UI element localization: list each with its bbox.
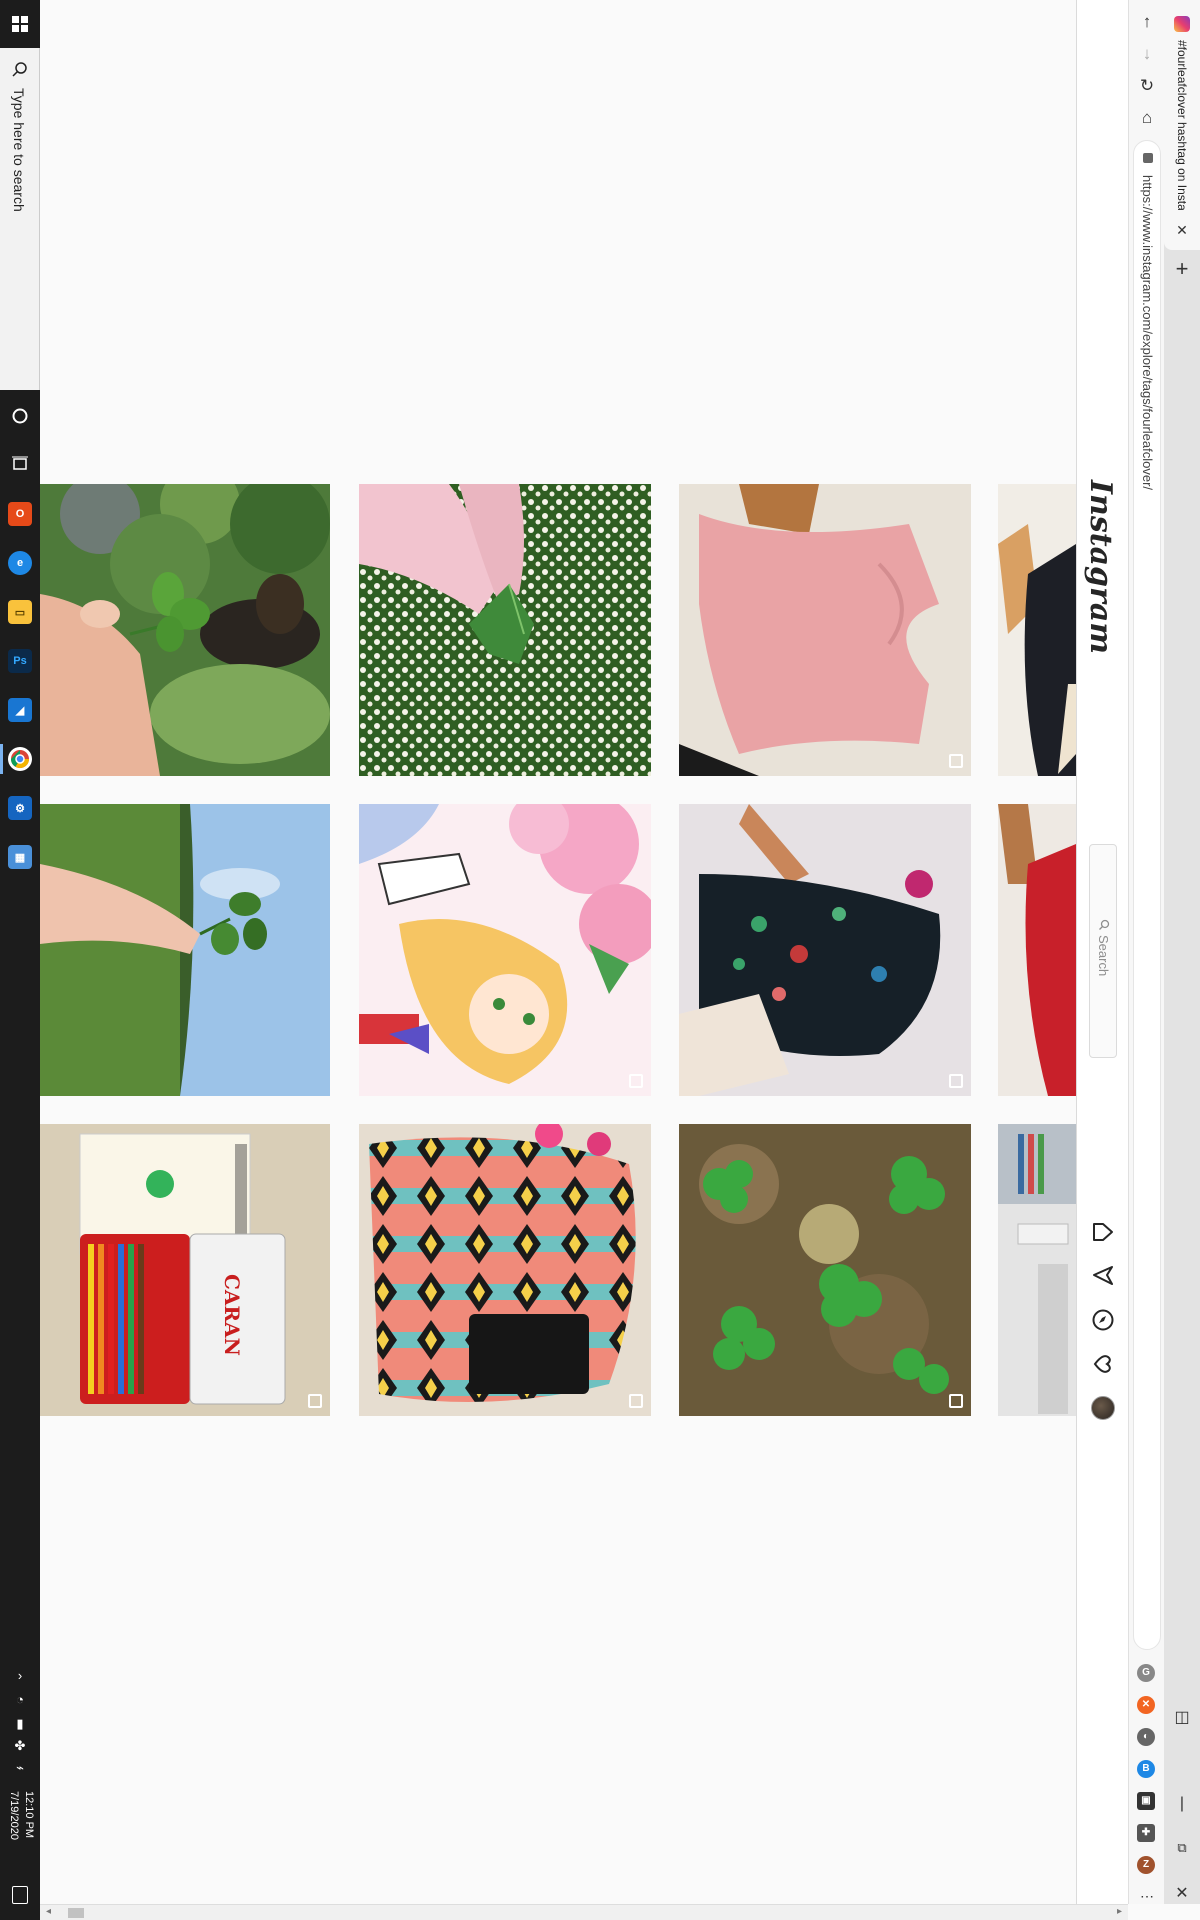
- reload-button[interactable]: ↻: [1135, 74, 1159, 98]
- instagram-navbar: Instagram Search: [1076, 0, 1128, 1904]
- tab-title: #fourleafclover hashtag on Insta: [1175, 40, 1189, 210]
- multiple-photos-icon: [949, 1074, 963, 1088]
- cortana-icon[interactable]: [8, 404, 32, 428]
- multiple-photos-icon: [629, 1394, 643, 1408]
- forward-button[interactable]: ↓: [1135, 42, 1159, 66]
- activity-heart-icon[interactable]: [1091, 1352, 1115, 1376]
- close-window-button[interactable]: ✕: [1170, 1882, 1194, 1906]
- search-icon: [1099, 919, 1110, 930]
- clock-date: 7/19/2020: [8, 1790, 20, 1840]
- post-anime-girl[interactable]: [359, 804, 651, 1096]
- back-button[interactable]: ↑: [1135, 10, 1159, 34]
- extension-circle-icon[interactable]: ◐: [1137, 1728, 1155, 1746]
- new-tab-button[interactable]: +: [1172, 256, 1192, 282]
- post-desk[interactable]: [998, 1124, 1076, 1416]
- explore-tag-grid: CARAN: [40, 0, 1076, 1904]
- extension-g-icon[interactable]: G: [1137, 1664, 1155, 1682]
- extension-dark-icon[interactable]: ▣: [1137, 1792, 1155, 1810]
- clock-time: 12:10 PM: [23, 1791, 35, 1839]
- home-button[interactable]: ⌂: [1135, 106, 1159, 130]
- browser-toolbar: ↑ ↓ ↻ ⌂ https://www.instagram.com/explor…: [1128, 0, 1164, 1904]
- multiple-photos-icon: [629, 1074, 643, 1088]
- task-view-icon[interactable]: [8, 452, 32, 476]
- restore-button[interactable]: ⧉: [1170, 1836, 1194, 1860]
- taskbar-search-box[interactable]: Type here to search: [0, 48, 40, 390]
- scrollbar-thumb[interactable]: [68, 1908, 84, 1918]
- url-text: https://www.instagram.com/explore/tags/f…: [1140, 175, 1155, 491]
- more-menu-icon[interactable]: ⋯: [1135, 1884, 1159, 1908]
- sidebar-toggle-icon[interactable]: ◫: [1170, 1706, 1194, 1730]
- extension-b-icon[interactable]: B: [1137, 1760, 1155, 1778]
- avatar[interactable]: [1091, 1396, 1115, 1420]
- post-red-dress[interactable]: [998, 804, 1076, 1096]
- browser-tabstrip: #fourleafclover hashtag on Insta ✕ + ◫ |…: [1164, 0, 1200, 1904]
- action-center-icon[interactable]: [12, 1886, 28, 1904]
- search-icon: [12, 62, 27, 77]
- post-pattern-dress[interactable]: [359, 1124, 651, 1416]
- volume-icon[interactable]: ◔: [10, 1692, 30, 1708]
- active-app-indicator: [0, 744, 3, 774]
- windows-taskbar: Type here to search O e ▭ Ps ◢ ⚙ ▦ › ◔ ▮…: [0, 0, 40, 1920]
- tab-instagram[interactable]: #fourleafclover hashtag on Insta ✕: [1164, 0, 1200, 250]
- post-clover-flowers[interactable]: [359, 484, 651, 776]
- settings-app-icon[interactable]: ⚙: [8, 796, 32, 820]
- start-button[interactable]: [0, 0, 40, 48]
- post-black-outfit[interactable]: [998, 484, 1076, 776]
- address-bar[interactable]: https://www.instagram.com/explore/tags/f…: [1133, 140, 1161, 1650]
- scroll-left-icon[interactable]: ◂: [46, 1906, 51, 1917]
- svg-text:CARAN: CARAN: [220, 1274, 244, 1356]
- post-clover-sky[interactable]: [40, 804, 330, 1096]
- extension-orange-icon[interactable]: ✕: [1137, 1696, 1155, 1714]
- system-tray: › ◔ ▮ ✤ ⌁ 12:10 PM 7/19/2020: [0, 1660, 40, 1920]
- instagram-logo[interactable]: Instagram: [1083, 480, 1118, 654]
- multiple-photos-icon: [949, 1394, 963, 1408]
- office-icon[interactable]: O: [8, 502, 32, 526]
- grid-app-icon[interactable]: ▦: [8, 845, 32, 869]
- horizontal-scrollbar[interactable]: ◂ ▸: [40, 1904, 1128, 1920]
- post-clover-dog[interactable]: [40, 484, 330, 776]
- post-floral-dress[interactable]: [679, 804, 971, 1096]
- multiple-photos-icon: [308, 1394, 322, 1408]
- profile-z-icon[interactable]: Z: [1137, 1856, 1155, 1874]
- instagram-favicon-icon: [1174, 16, 1190, 32]
- lock-icon: [1143, 153, 1153, 163]
- dropbox-icon[interactable]: ✤: [10, 1738, 30, 1754]
- windows-logo-icon: [12, 16, 28, 32]
- close-tab-icon[interactable]: ✕: [1174, 222, 1190, 239]
- post-clover-forest[interactable]: [679, 1124, 971, 1416]
- minimize-button[interactable]: |: [1170, 1792, 1194, 1816]
- chevron-up-icon[interactable]: ›: [10, 1668, 30, 1684]
- post-pencils-tin[interactable]: CARAN: [40, 1124, 330, 1416]
- instagram-search-input[interactable]: Search: [1089, 844, 1117, 1058]
- explore-icon[interactable]: [1091, 1308, 1115, 1332]
- file-explorer-icon[interactable]: ▭: [8, 600, 32, 624]
- home-icon[interactable]: [1091, 1220, 1115, 1244]
- direct-icon[interactable]: [1091, 1264, 1115, 1288]
- chrome-icon[interactable]: [8, 747, 32, 771]
- taskbar-clock[interactable]: 12:10 PM 7/19/2020: [4, 1770, 36, 1860]
- post-pink-dress[interactable]: [679, 484, 971, 776]
- puzzle-icon[interactable]: ✚: [1137, 1824, 1155, 1842]
- photoshop-icon[interactable]: Ps: [8, 649, 32, 673]
- battery-icon[interactable]: ▮: [10, 1716, 30, 1732]
- multiple-photos-icon: [949, 754, 963, 768]
- search-placeholder: Search: [1096, 935, 1111, 977]
- scroll-right-icon[interactable]: ▸: [1117, 1906, 1122, 1917]
- edge-icon[interactable]: e: [8, 551, 32, 575]
- taskbar-search-placeholder: Type here to search: [11, 88, 27, 212]
- app-blue-icon[interactable]: ◢: [8, 698, 32, 722]
